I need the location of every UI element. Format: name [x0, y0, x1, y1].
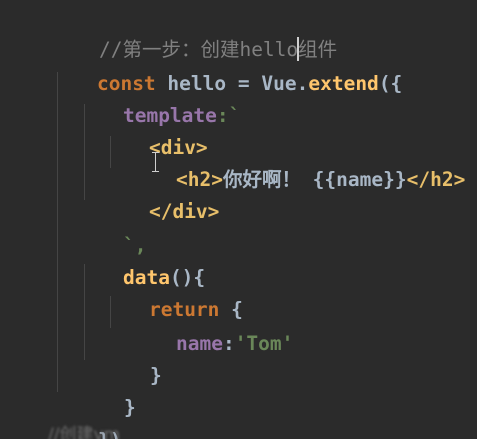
open-paren-brace: ({: [378, 72, 403, 95]
code-line-8: return {: [102, 262, 243, 321]
function-extend: extend: [308, 72, 379, 95]
h2-content: 你好啊！ {{name}}: [222, 168, 407, 191]
property-name: name: [175, 332, 223, 355]
identifier-vue: Vue: [261, 72, 297, 95]
code-line-6: `,: [76, 198, 146, 257]
code-line-9: name:'Tom': [129, 296, 293, 355]
code-line-13-partial: //创建vm: [48, 425, 121, 439]
close-brace-return: }: [149, 364, 162, 387]
code-line-11: }: [77, 360, 136, 419]
code-line-7: data(){: [76, 230, 205, 289]
colon: :: [222, 332, 235, 355]
code-line-12: }): [51, 393, 121, 439]
code-line-3: <div>: [102, 100, 208, 159]
string-tom: 'Tom': [234, 332, 294, 355]
code-editor[interactable]: //第一步：创建hello组件 const hello = Vue.extend…: [0, 0, 477, 439]
code-line-1: const hello = Vue.extend({: [50, 36, 402, 95]
code-line-4: <h2>你好啊！ {{name}}</h2>: [129, 132, 465, 191]
tag-div-close: </div>: [148, 200, 220, 223]
tag-h2-close: </h2>: [406, 168, 466, 191]
text-cursor-icon: [152, 152, 160, 172]
code-line-10: }: [103, 328, 162, 387]
close-brace-data: }: [123, 396, 136, 419]
dot-operator: .: [296, 72, 309, 95]
code-line-5: </div>: [102, 164, 219, 223]
code-line-2: template:`: [76, 68, 240, 127]
template-start: :`: [216, 104, 241, 127]
code-line-comment: //第一步：创建hello组件: [52, 2, 337, 61]
